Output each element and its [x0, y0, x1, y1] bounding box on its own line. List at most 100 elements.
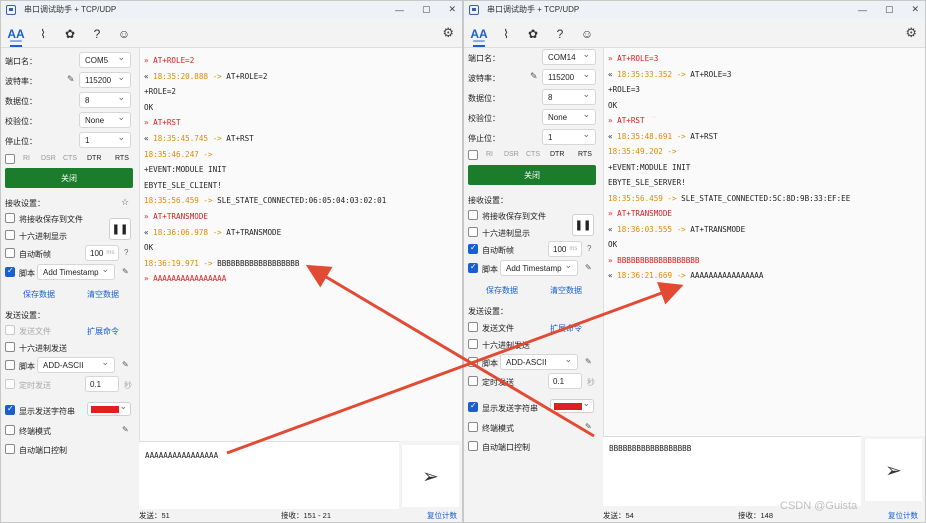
pin-icon[interactable]: ☆ [121, 197, 129, 208]
send-file-checkbox[interactable] [5, 325, 15, 335]
minimize-icon[interactable]: — [858, 5, 867, 15]
break-ms-input[interactable]: 100 ms [85, 245, 119, 261]
show-send-checkbox[interactable] [5, 404, 15, 415]
receive-area[interactable]: » AT+ROLE=2 « 18:35:20.888 -> AT+ROLE=2 +R… [139, 48, 462, 441]
baud-select[interactable]: 115200 [79, 72, 131, 88]
edit-icon[interactable]: ✎ [67, 74, 75, 85]
reset-count-link[interactable]: 复位计数 [888, 510, 918, 521]
edit-script-icon[interactable]: ✎ [585, 263, 592, 272]
script-select[interactable]: Add Timestamp [500, 260, 578, 276]
receive-area[interactable]: » AT+ROLE=3 « 18:35:33.352 -> AT+ROLE=3 +R… [603, 48, 925, 436]
stopbits-select[interactable]: 1 [79, 132, 131, 148]
signal-rts[interactable]: RTS [115, 155, 129, 162]
terminal-mode-checkbox[interactable] [5, 425, 15, 435]
auto-port-ctrl-checkbox[interactable] [468, 441, 478, 451]
script-select[interactable]: Add Timestamp [37, 264, 115, 280]
send-script-select[interactable]: ADD-ASCII [500, 354, 578, 370]
plugin-icon[interactable]: ✿ [521, 27, 545, 41]
gear-icon[interactable]: ⚙ [442, 25, 454, 41]
help-button[interactable]: ? [124, 248, 128, 257]
signal-checkbox[interactable] [468, 150, 478, 160]
send-script-checkbox[interactable] [5, 360, 15, 370]
signal-checkbox[interactable] [5, 154, 15, 164]
timed-value-input[interactable]: 0.1 [548, 373, 582, 389]
close-icon[interactable]: ✕ [911, 4, 919, 15]
pause-button[interactable]: ❚❚ [572, 214, 594, 236]
plugin-icon[interactable]: ✿ [58, 27, 82, 41]
port-select[interactable]: COM5 [79, 52, 131, 68]
databits-select[interactable]: 8 [542, 89, 596, 105]
stopbits-select[interactable]: 1 [542, 129, 596, 145]
maximize-icon[interactable]: ▢ [885, 4, 894, 15]
edit-terminal-icon[interactable]: ✎ [585, 422, 592, 431]
send-file-checkbox[interactable] [468, 322, 478, 332]
send-input[interactable]: BBBBBBBBBBBBBBBBBB [603, 436, 861, 506]
baud-select[interactable]: 115200 [542, 69, 596, 85]
script-checkbox[interactable] [468, 262, 478, 273]
expand-cmd-link[interactable]: 扩展命令 [87, 326, 119, 337]
text-mode-icon[interactable]: A͟A [4, 27, 28, 47]
save-to-file-checkbox[interactable] [468, 210, 478, 220]
send-color-picker[interactable] [550, 398, 594, 413]
save-data-link[interactable]: 保存数据 [23, 289, 55, 300]
send-script-select[interactable]: ADD-ASCII [37, 357, 115, 373]
waveform-icon[interactable]: ⌇ [31, 27, 55, 41]
waveform-icon[interactable]: ⌇ [494, 27, 518, 41]
status-bar: 发送：51 接收：151 - 21 复位计数 [139, 508, 462, 522]
hex-display-label: 十六进制显示 [19, 232, 67, 241]
save-to-file-checkbox[interactable] [5, 213, 15, 223]
hex-display-checkbox[interactable] [5, 230, 15, 240]
port-select[interactable]: COM14 [542, 49, 596, 65]
script-checkbox[interactable] [5, 266, 15, 277]
parity-select[interactable]: None [542, 109, 596, 125]
help-icon[interactable]: ? [548, 27, 572, 41]
smiley-icon[interactable]: ☺ [575, 27, 599, 41]
hex-display-checkbox[interactable] [468, 227, 478, 237]
timed-value-input[interactable]: 0.1 [85, 376, 119, 392]
send-text: AAAAAAAAAAAAAAAA [145, 451, 219, 460]
timed-send-checkbox[interactable] [5, 379, 15, 389]
send-input[interactable]: AAAAAAAAAAAAAAAA [139, 441, 399, 509]
parity-select[interactable]: None [79, 112, 131, 128]
break-ms-input[interactable]: 100 ms [548, 241, 582, 257]
edit-icon[interactable]: ✎ [530, 71, 538, 82]
gear-icon[interactable]: ⚙ [905, 25, 917, 41]
auto-port-ctrl-checkbox[interactable] [5, 444, 15, 454]
help-button[interactable]: ? [587, 244, 591, 253]
close-port-button[interactable]: 关闭 [468, 165, 596, 185]
send-button[interactable]: ➢ [401, 445, 459, 507]
signal-rts[interactable]: RTS [578, 151, 592, 158]
close-icon[interactable]: ✕ [448, 4, 456, 15]
text-mode-icon[interactable]: A͟A [467, 27, 491, 47]
hex-send-checkbox[interactable] [5, 342, 15, 352]
send-button[interactable]: ➢ [864, 439, 922, 501]
smiley-icon[interactable]: ☺ [112, 27, 136, 41]
expand-cmd-link[interactable]: 扩展命令 [550, 323, 582, 334]
close-port-button[interactable]: 关闭 [5, 168, 133, 188]
pause-button[interactable]: ❚❚ [109, 218, 131, 240]
signal-dtr[interactable]: DTR [87, 155, 101, 162]
left-window: 串口调试助手 + TCP/UDP — ▢ ✕ A͟A ⌇ ✿ ? ☺ ⚙ 端口名： … [0, 0, 463, 523]
signal-dtr[interactable]: DTR [550, 151, 564, 158]
timed-send-checkbox[interactable] [468, 376, 478, 386]
edit-send-script-icon[interactable]: ✎ [122, 360, 129, 369]
clear-data-link[interactable]: 清空数据 [87, 289, 119, 300]
edit-script-icon[interactable]: ✎ [122, 267, 129, 276]
send-script-checkbox[interactable] [468, 357, 478, 367]
terminal-mode-checkbox[interactable] [468, 422, 478, 432]
help-icon[interactable]: ? [85, 27, 109, 41]
reset-count-link[interactable]: 复位计数 [427, 510, 457, 521]
edit-terminal-icon[interactable]: ✎ [122, 425, 129, 434]
minimize-icon[interactable]: — [395, 5, 404, 15]
databits-select[interactable]: 8 [79, 92, 131, 108]
clear-data-link[interactable]: 清空数据 [550, 285, 582, 296]
auto-break-checkbox[interactable] [468, 243, 478, 254]
hex-send-checkbox[interactable] [468, 339, 478, 349]
maximize-icon[interactable]: ▢ [422, 4, 431, 15]
send-color-picker[interactable] [87, 401, 131, 416]
auto-break-checkbox[interactable] [5, 248, 15, 258]
status-bar: 发送：54 接收：148 复位计数 [603, 508, 925, 522]
show-send-checkbox[interactable] [468, 401, 478, 412]
save-data-link[interactable]: 保存数据 [486, 285, 518, 296]
edit-send-script-icon[interactable]: ✎ [585, 357, 592, 366]
